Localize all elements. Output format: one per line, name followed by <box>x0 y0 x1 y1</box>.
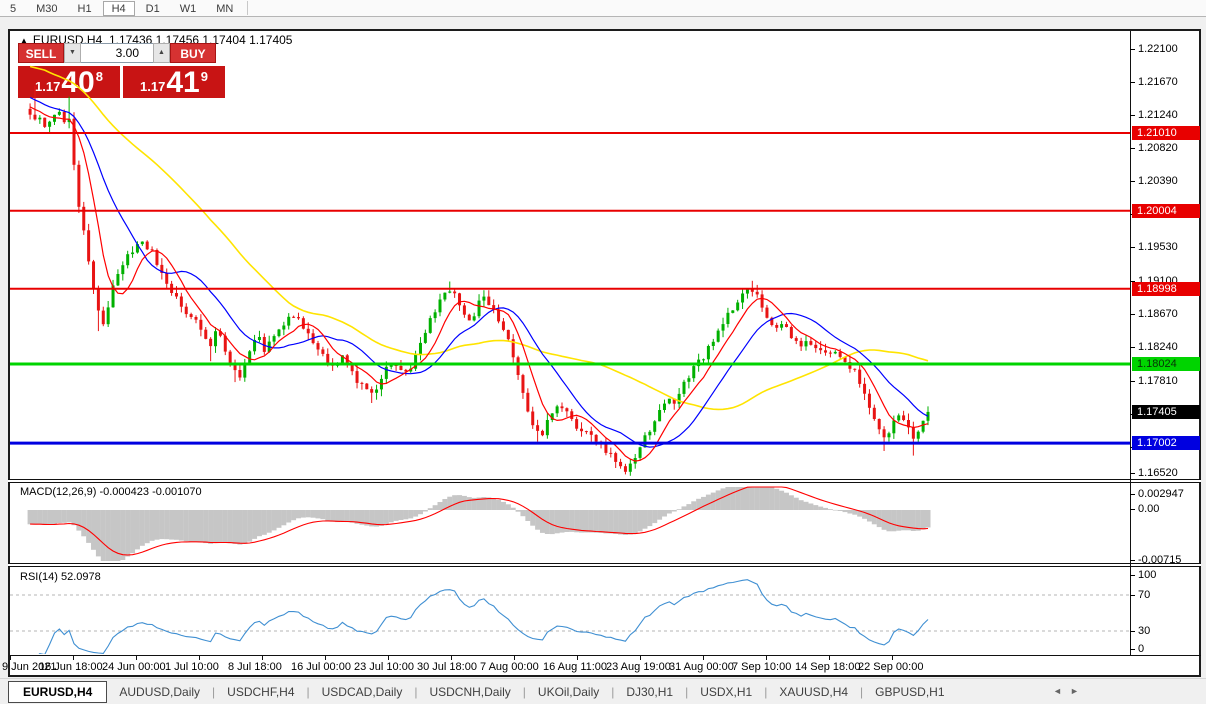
time-tick-mark <box>892 656 893 660</box>
indicator-axis-label: 30 <box>1138 625 1202 637</box>
price-level-label-1.18024: 1.18024 <box>1132 357 1200 371</box>
timeframe-button-m30[interactable]: M30 <box>27 1 66 16</box>
indicator-axis-label: 70 <box>1138 589 1202 601</box>
chart-tab-audusd[interactable]: AUDUSD,Daily <box>107 682 212 702</box>
time-tick-mark <box>388 656 389 660</box>
time-tick-label: 16 Jul 00:00 <box>291 661 351 673</box>
time-tick-mark <box>829 656 830 660</box>
price-tick-mark <box>1130 473 1135 474</box>
chart-tab-usdchf[interactable]: USDCHF,H4 <box>215 682 306 702</box>
time-tick-mark <box>451 656 452 660</box>
timeframe-button-h4[interactable]: H4 <box>103 1 135 16</box>
macd-indicator-label: MACD(12,26,9) -0.000423 -0.001070 <box>20 486 202 498</box>
indicator-tick-mark <box>1130 494 1135 495</box>
price-tick-label: 1.21670 <box>1138 76 1202 88</box>
time-tick-label: 23 Jul 10:00 <box>354 661 414 673</box>
indicator-tick-mark <box>1130 595 1135 596</box>
panel-divider[interactable] <box>8 479 1201 483</box>
indicator-tick-mark <box>1130 575 1135 576</box>
chart-tab-xauusd[interactable]: XAUUSD,H4 <box>767 682 860 702</box>
chart-tab-usdx[interactable]: USDX,H1 <box>688 682 764 702</box>
indicator-axis-label: 100 <box>1138 569 1202 581</box>
time-tick-label: 1 Jul 10:00 <box>165 661 219 673</box>
time-tick-label: 14 Sep 18:00 <box>795 661 860 673</box>
time-tick-mark <box>73 656 74 660</box>
timeframe-button-h1[interactable]: H1 <box>69 1 101 16</box>
time-tick-mark <box>640 656 641 660</box>
price-tick-mark <box>1130 49 1135 50</box>
chart-tab-usdcnh[interactable]: USDCNH,Daily <box>417 682 522 702</box>
timeframe-button-w1[interactable]: W1 <box>171 1 206 16</box>
chart-tab-gbpusd[interactable]: GBPUSD,H1 <box>863 682 956 702</box>
price-tick-label: 1.17810 <box>1138 375 1202 387</box>
price-tick-mark <box>1130 115 1135 116</box>
price-tick-label: 1.19530 <box>1138 241 1202 253</box>
time-tick-mark <box>262 656 263 660</box>
indicator-tick-mark <box>1130 560 1135 561</box>
price-tick-label: 1.18670 <box>1138 308 1202 320</box>
indicator-axis-label: 0 <box>1138 643 1202 655</box>
price-level-label-1.17002: 1.17002 <box>1132 436 1200 450</box>
chart-tab-eurusd[interactable]: EURUSD,H4 <box>8 681 107 703</box>
time-tick-label: 16 Aug 11:00 <box>543 661 607 673</box>
time-tick-label: 31 Aug 00:00 <box>669 661 734 673</box>
time-tick-mark <box>577 656 578 660</box>
chart-tab-usdcad[interactable]: USDCAD,Daily <box>310 682 415 702</box>
chart-tab-bar: EURUSD,H4AUDUSD,Daily|USDCHF,H4|USDCAD,D… <box>0 678 1206 704</box>
timeframe-button-d1[interactable]: D1 <box>137 1 169 16</box>
price-tick-mark <box>1130 381 1135 382</box>
rsi-panel-canvas[interactable] <box>10 568 1130 654</box>
price-tick-mark <box>1130 247 1135 248</box>
time-tick-mark <box>10 656 11 660</box>
price-level-label-1.21010: 1.21010 <box>1132 126 1200 140</box>
indicator-axis-label: 0.00 <box>1138 503 1202 515</box>
price-tick-label: 1.20820 <box>1138 142 1202 154</box>
price-level-label-1.18998: 1.18998 <box>1132 282 1200 296</box>
time-tick-mark <box>199 656 200 660</box>
time-tick-label: 7 Sep 10:00 <box>732 661 791 673</box>
price-tick-label: 1.18240 <box>1138 341 1202 353</box>
indicator-tick-mark <box>1130 649 1135 650</box>
time-tick-mark <box>136 656 137 660</box>
price-level-label-1.20004: 1.20004 <box>1132 204 1200 218</box>
time-axis-border <box>10 655 1201 656</box>
toolbar-separator <box>247 1 248 15</box>
time-tick-label: 22 Sep 00:00 <box>858 661 923 673</box>
price-tick-mark <box>1130 82 1135 83</box>
tab-scroll-right-icon[interactable]: ► <box>1070 686 1079 696</box>
price-tick-label: 1.21240 <box>1138 109 1202 121</box>
time-tick-mark <box>766 656 767 660</box>
price-tick-label: 1.22100 <box>1138 43 1202 55</box>
price-tick-mark <box>1130 314 1135 315</box>
tab-scroll-left-icon[interactable]: ◄ <box>1053 686 1062 696</box>
indicator-axis-label: -0.00715 <box>1138 554 1202 566</box>
time-tick-mark <box>514 656 515 660</box>
price-tick-mark <box>1130 181 1135 182</box>
time-tick-mark <box>325 656 326 660</box>
price-level-label-1.17405: 1.17405 <box>1132 405 1200 419</box>
chart-tab-ukoil[interactable]: UKOil,Daily <box>526 682 611 702</box>
time-tick-label: 30 Jul 18:00 <box>417 661 477 673</box>
panel-divider[interactable] <box>8 563 1201 567</box>
time-tick-label: 8 Jul 18:00 <box>228 661 282 673</box>
indicator-tick-mark <box>1130 509 1135 510</box>
indicator-tick-mark <box>1130 631 1135 632</box>
price-axis-border <box>1130 31 1131 655</box>
time-tick-label: 23 Aug 19:00 <box>606 661 671 673</box>
time-tick-label: 24 Jun 00:00 <box>102 661 166 673</box>
price-tick-label: 1.16520 <box>1138 467 1202 479</box>
price-tick-mark <box>1130 148 1135 149</box>
timeframe-button-mn[interactable]: MN <box>207 1 242 16</box>
timeframe-toolbar: 5M30H1H4D1W1MN <box>0 0 1206 17</box>
price-tick-label: 1.20390 <box>1138 175 1202 187</box>
rsi-indicator-label: RSI(14) 52.0978 <box>20 571 101 583</box>
time-tick-label: 7 Aug 00:00 <box>480 661 539 673</box>
price-chart-canvas[interactable] <box>10 31 1130 479</box>
chart-tab-dj30[interactable]: DJ30,H1 <box>614 682 685 702</box>
time-tick-label: 16 Jun 18:00 <box>39 661 103 673</box>
indicator-axis-label: 0.002947 <box>1138 488 1202 500</box>
time-tick-mark <box>703 656 704 660</box>
timeframe-button-5[interactable]: 5 <box>1 1 25 16</box>
price-tick-mark <box>1130 347 1135 348</box>
